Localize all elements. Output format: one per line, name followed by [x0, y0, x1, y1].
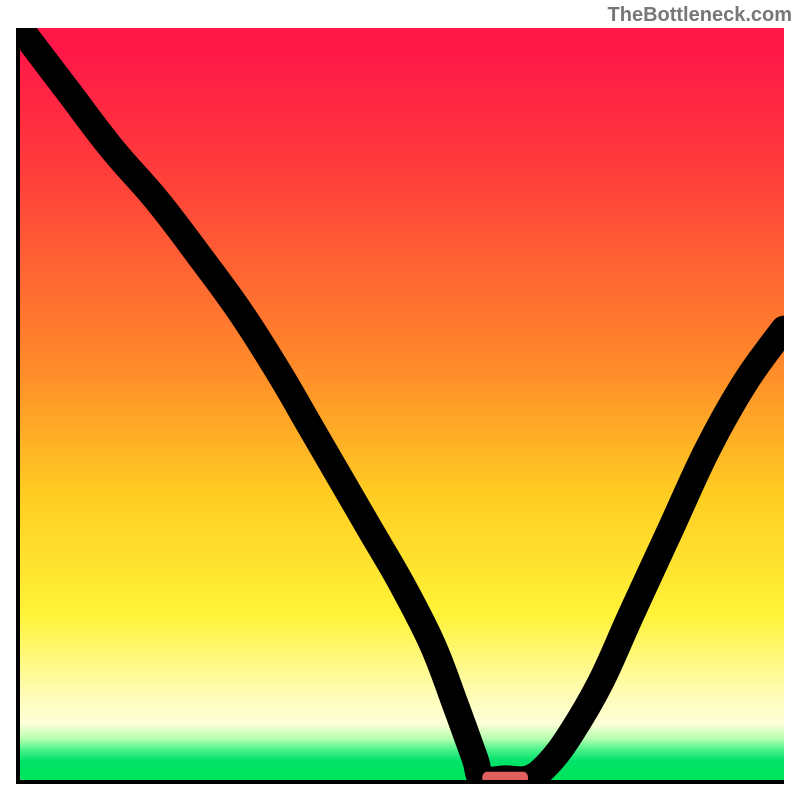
curve-layer	[20, 28, 784, 780]
watermark-text: TheBottleneck.com	[608, 4, 792, 27]
optimal-marker	[482, 772, 528, 784]
bottleneck-curve	[20, 28, 784, 780]
chart-container: TheBottleneck.com	[0, 0, 800, 800]
plot-area	[16, 28, 784, 784]
